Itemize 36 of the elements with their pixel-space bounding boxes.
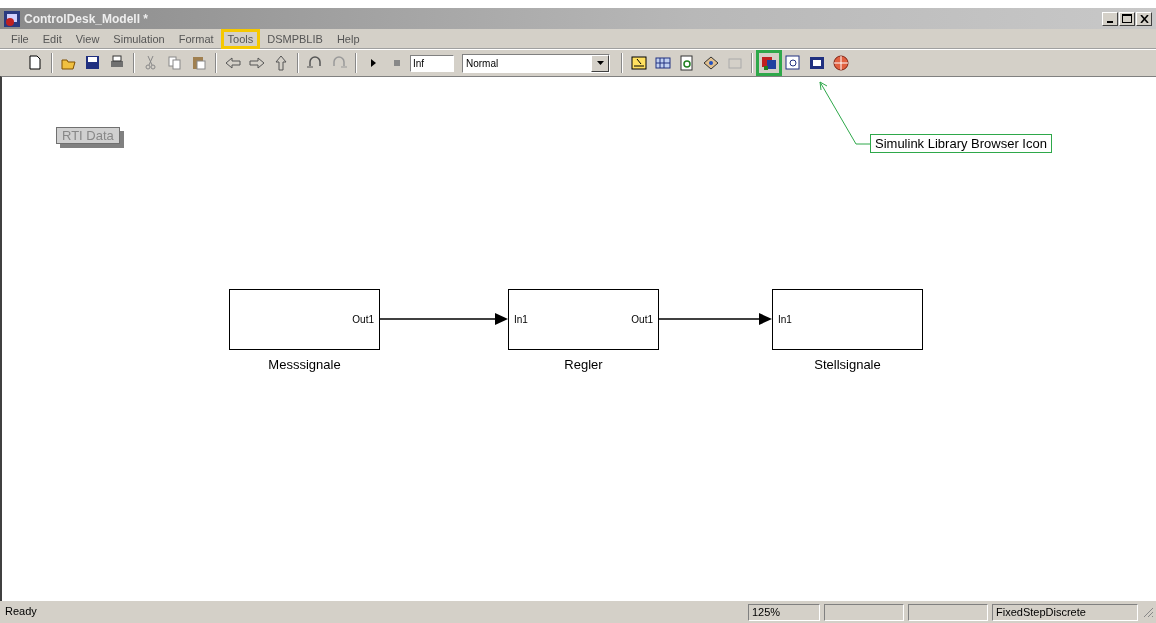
output-port-label: Out1	[352, 314, 374, 325]
wheel-icon[interactable]	[830, 52, 852, 74]
callout-label: Simulink Library Browser Icon	[870, 134, 1052, 153]
block-name: Messsignale	[267, 357, 342, 372]
input-port-label: In1	[778, 314, 792, 325]
menu-item[interactable]: Simulation	[106, 28, 172, 49]
close-icon	[1139, 14, 1149, 23]
menu-item[interactable]: View	[68, 28, 107, 49]
minimize-icon	[1107, 20, 1113, 23]
dropdown-arrow-icon	[596, 61, 604, 65]
window-title: ControlDesk_Modell *	[24, 11, 150, 26]
status-text: Ready	[4, 603, 38, 619]
subsystem-block[interactable]: Out1	[229, 289, 380, 350]
leader-line	[819, 81, 871, 145]
output-port-label: Out1	[631, 314, 653, 325]
menu-item[interactable]: Format	[171, 28, 221, 49]
menu-item[interactable]: File	[4, 28, 36, 49]
maximize-button[interactable]	[1119, 11, 1135, 26]
block-name: Regler	[563, 357, 604, 372]
simulation-mode-dropdown[interactable]: Normal	[462, 53, 610, 73]
solver-name: FixedStepDiscrete	[992, 603, 1138, 621]
subsystem-block[interactable]: In1 Out1	[508, 289, 659, 350]
resize-grip-icon[interactable]	[1142, 606, 1154, 618]
close-button[interactable]	[1136, 11, 1152, 26]
zoom-level: 125%	[748, 603, 820, 621]
library-icon[interactable]	[758, 52, 780, 74]
menu-item[interactable]: Help	[329, 28, 367, 49]
subsystem-block[interactable]: In1	[772, 289, 923, 350]
menu-item[interactable]: DSMPBLIB	[260, 28, 330, 49]
input-port-label: In1	[514, 314, 528, 325]
menu-item[interactable]: Edit	[35, 28, 69, 49]
app-icon	[4, 10, 20, 27]
stop-time-field[interactable]: Inf	[410, 54, 454, 72]
maximize-icon	[1122, 14, 1132, 23]
block-name: Stellsignale	[813, 357, 882, 372]
minimize-button[interactable]	[1102, 11, 1118, 26]
